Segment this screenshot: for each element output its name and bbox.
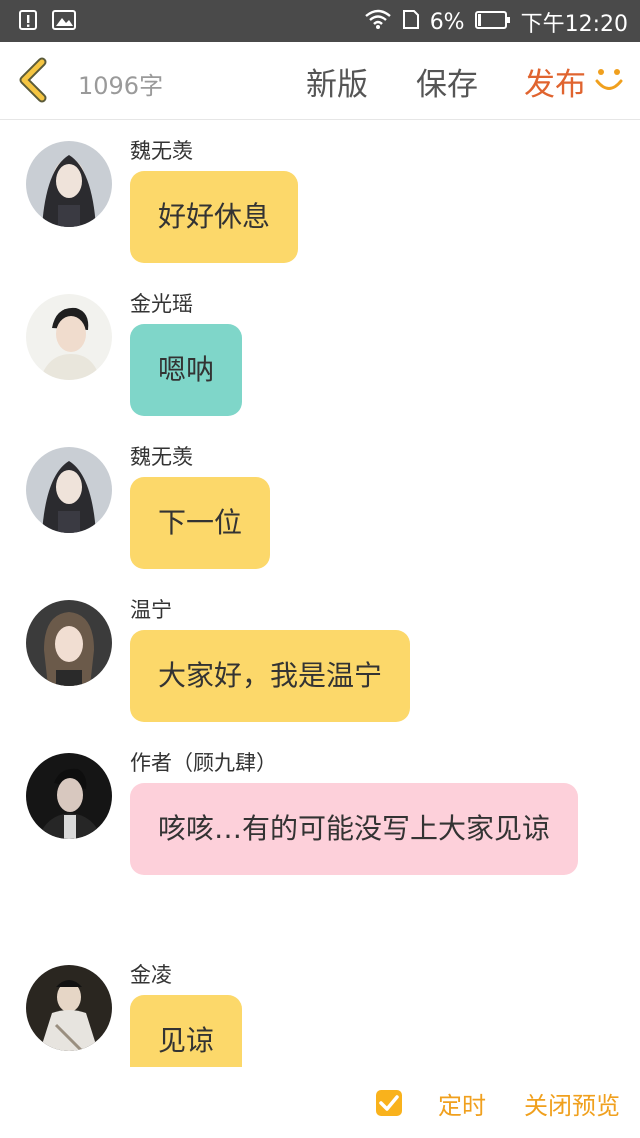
status-bar: 6% 下午12:20 [0, 0, 640, 42]
save-button[interactable]: 保存 [416, 59, 478, 104]
status-right: 6% 下午12:20 [364, 6, 628, 38]
avatar [26, 141, 112, 227]
timer-checkbox[interactable] [376, 1090, 402, 1116]
check-icon [379, 1095, 399, 1111]
message-bubble: 咳咳…有的可能没写上大家见谅 [130, 783, 578, 875]
sender-name: 金凌 [130, 963, 172, 987]
back-button[interactable] [14, 56, 54, 104]
battery-percent: 6% [429, 9, 465, 35]
word-count: 1096字 [78, 72, 164, 100]
wifi-icon [364, 8, 392, 36]
avatar [26, 294, 112, 380]
battery-icon [474, 10, 511, 35]
image-icon [52, 10, 76, 34]
avatar [26, 600, 112, 686]
message-bubble: 见谅 [130, 995, 243, 1067]
sim-icon [402, 8, 420, 36]
chat-preview[interactable]: 魏无羡 好好休息 金光瑶 嗯呐 魏无羡 下一位 温宁 大家好，我是温宁 作者（顾… [0, 121, 640, 1067]
avatar [26, 753, 112, 839]
message-bubble: 下一位 [130, 477, 271, 569]
message-bubble: 好好休息 [130, 171, 299, 263]
avatar [26, 447, 112, 533]
chevron-left-icon [19, 57, 47, 103]
message-bubble: 嗯呐 [130, 324, 243, 416]
sender-name: 作者（顾九肆） [130, 751, 277, 775]
sender-name: 温宁 [130, 598, 172, 622]
avatar [26, 965, 112, 1051]
publish-button[interactable]: 发布 [524, 59, 586, 104]
sender-name: 魏无羡 [130, 445, 193, 469]
alert-icon [18, 9, 38, 35]
sender-name: 魏无羡 [130, 139, 193, 163]
sender-name: 金光瑶 [130, 292, 193, 316]
close-preview-button[interactable]: 关闭预览 [524, 1086, 620, 1121]
status-left-icons [18, 9, 76, 35]
message-bubble: 大家好，我是温宁 [130, 630, 411, 722]
timer-button[interactable]: 定时 [438, 1086, 486, 1121]
clock: 下午12:20 [520, 12, 628, 37]
new-version-button[interactable]: 新版 [306, 59, 368, 104]
smile-icon[interactable] [592, 64, 626, 98]
bottom-toolbar: 定时 关闭预览 [0, 1070, 640, 1138]
top-app-bar: 1096字 新版 保存 发布 [0, 42, 640, 120]
